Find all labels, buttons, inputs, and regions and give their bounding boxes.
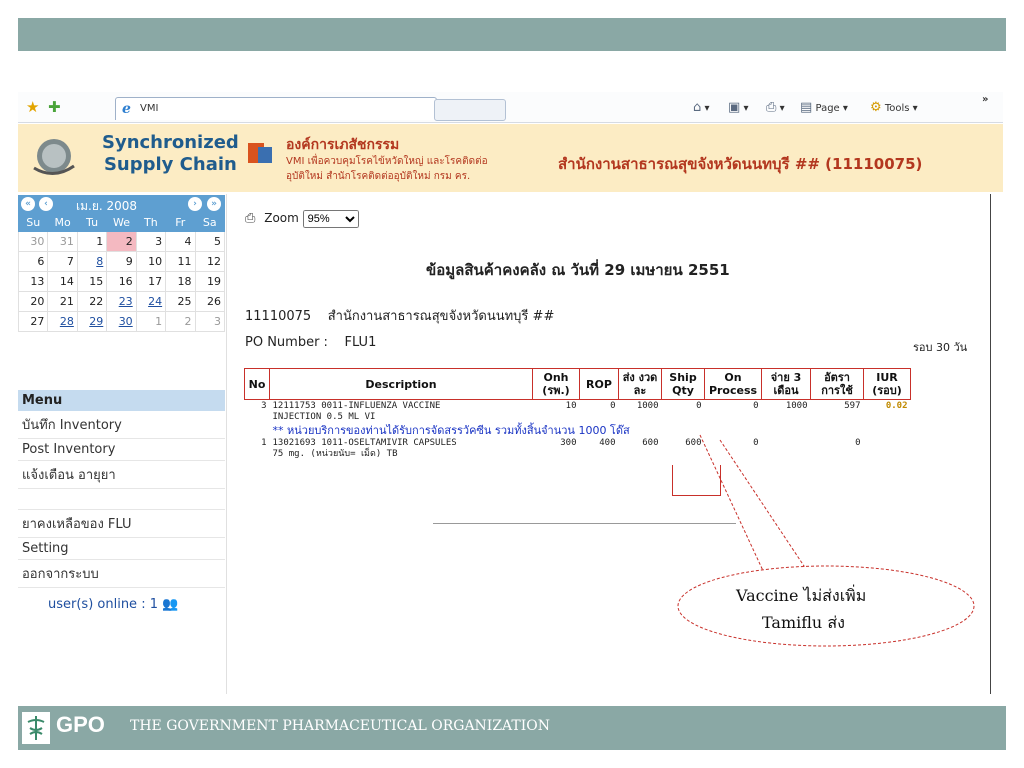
gpo-caduceus-icon xyxy=(22,712,50,744)
gpo-logo-text: GPO xyxy=(56,712,105,737)
callout-line-1: Vaccine ไม่ส่งเพิ่ม xyxy=(736,586,867,605)
footer-org-name: THE GOVERNMENT PHARMACEUTICAL ORGANIZATI… xyxy=(130,718,550,734)
callout-shape xyxy=(677,434,975,647)
callout-line-2: Tamiflu ส่ง xyxy=(762,613,845,632)
slide-footer: GPO THE GOVERNMENT PHARMACEUTICAL ORGANI… xyxy=(18,706,1006,750)
